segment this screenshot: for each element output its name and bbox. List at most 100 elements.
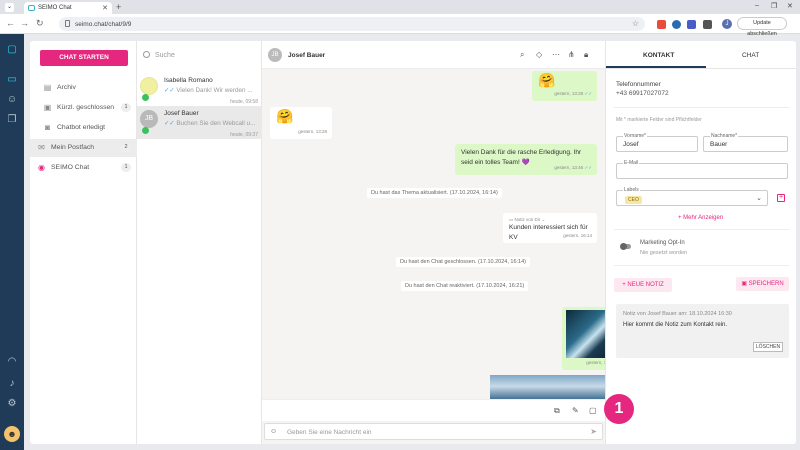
message-time: gestern, 13:28 <box>298 129 327 134</box>
firstname-field[interactable]: Vorname* Josef <box>616 133 698 152</box>
reload-icon[interactable]: ↻ <box>36 18 44 29</box>
note-meta: Notiz von Josef Bauer am: 18.10.2024 16:… <box>623 311 732 317</box>
extensions-puzzle-icon[interactable] <box>703 20 712 29</box>
composer-toolbar: ⧉ ✎ ▢ <box>262 399 605 421</box>
conversation-item-selected[interactable]: JB Josef Bauer ✓✓ Buchen Sie den Webcall… <box>137 106 262 139</box>
labels-select[interactable]: Labels CEO ⌄ <box>616 187 768 206</box>
step-callout-badge: 1 <box>604 394 634 424</box>
tab-contact[interactable]: KONTAKT <box>643 52 674 59</box>
count-badge: 1 <box>121 103 131 112</box>
conversation-name: Josef Bauer <box>164 110 199 117</box>
conversation-item[interactable]: Isabella Romano ✓✓ Vielen Dank! Wir werd… <box>137 73 262 106</box>
lock-icon[interactable]: 🔒︎ <box>584 50 588 60</box>
label-chip[interactable]: CEO <box>625 196 642 204</box>
nav-item-my-inbox[interactable]: ✉ Mein Postfach 2 <box>30 139 137 157</box>
email-field[interactable]: E-Mail <box>616 160 788 179</box>
nav-item-seimo-chat[interactable]: ◉ SEIMO Chat 1 <box>30 159 137 177</box>
avatar: JB <box>140 110 158 128</box>
more-icon[interactable]: ⋯ <box>552 50 560 59</box>
site-info-icon[interactable] <box>65 20 70 27</box>
app-sidebar: ▢ ▭ ☺ ❐ ◠ ♪ ⚙ <box>0 34 24 450</box>
message-text: 🤗 <box>276 108 294 124</box>
nav-item-label: Kürzl. geschlossen <box>57 104 115 111</box>
conversation-time: heute, 09:37 <box>230 132 258 138</box>
contacts-icon[interactable]: ☺ <box>6 94 18 106</box>
nav-item-chatbot-done[interactable]: ◙ Chatbot erledigt <box>30 119 137 137</box>
templates-icon[interactable]: ❐ <box>6 114 18 126</box>
nav-item-recently-closed[interactable]: ▣ Kürzl. geschlossen 1 <box>30 99 137 117</box>
landscape-image[interactable] <box>490 375 622 400</box>
tab-search-icon[interactable]: ⌄ <box>5 3 14 12</box>
delete-note-button[interactable]: LÖSCHEN <box>753 342 783 352</box>
tab-chat[interactable]: CHAT <box>742 52 759 59</box>
chat-panel: JB Josef Bauer ⌕ ◇ ⋯ ⋔ 🔒︎ 🤗 gestern, 13:… <box>262 41 622 444</box>
extension-red-icon[interactable] <box>657 20 666 29</box>
url-text: seimo.chat/chat/9/9 <box>75 20 132 28</box>
message-text: 🤗 <box>538 72 556 88</box>
add-label-icon[interactable]: + <box>777 194 785 202</box>
close-window-icon[interactable]: ✕ <box>787 2 793 10</box>
send-icon[interactable]: ➤ <box>590 427 597 436</box>
browser-tab[interactable]: SEIMO Chat ✕ <box>24 2 112 14</box>
nav-item-archive[interactable]: ▤ Archiv <box>30 79 137 97</box>
tag-icon[interactable]: ◇ <box>536 50 542 59</box>
field-label: E-Mail <box>623 160 640 166</box>
forward-icon[interactable]: → <box>20 18 29 28</box>
close-tab-icon[interactable]: ✕ <box>102 4 108 12</box>
update-button[interactable]: Update abschließen <box>737 17 787 37</box>
field-label: Labels <box>623 187 640 193</box>
bookmark-star-icon[interactable]: ☆ <box>632 19 639 28</box>
conversation-preview: ✓✓ Vielen Dank! Wir werden ... <box>164 87 253 94</box>
tab-title: SEIMO Chat <box>38 5 72 11</box>
message-outgoing: Vielen Dank für die rasche Erledigung. I… <box>455 144 597 175</box>
new-note-button[interactable]: + NEUE NOTIZ <box>614 278 672 292</box>
count-badge: 1 <box>121 163 131 172</box>
required-hint: Mit * markierte Felder sind Pflichtfelde… <box>616 117 702 123</box>
template-icon[interactable]: ⧉ <box>554 406 560 416</box>
message-time: gestern, 13:28 ✓✓ <box>554 91 592 96</box>
maximize-icon[interactable]: ❐ <box>771 2 777 10</box>
note-text: Hier kommt die Notiz zum Kontakt rein. <box>623 322 728 328</box>
note-label: ▭ Notiz von Dir ⌄ <box>509 217 546 222</box>
url-field[interactable]: seimo.chat/chat/9/9 ☆ <box>59 17 645 31</box>
headset-icon[interactable]: ◠ <box>6 356 18 368</box>
phone-value: +43 69917027072 <box>616 90 669 97</box>
bell-icon[interactable]: ♪ <box>6 378 18 390</box>
avatar <box>140 77 158 95</box>
phone-label: Telefonnummer <box>616 81 661 88</box>
profile-avatar[interactable]: J <box>722 19 732 29</box>
minimize-icon[interactable]: – <box>755 2 759 9</box>
new-tab-button[interactable]: + <box>116 2 121 12</box>
search-input[interactable]: Suche <box>143 51 175 59</box>
back-icon[interactable]: ← <box>6 18 15 28</box>
gear-icon[interactable]: ⚙ <box>6 398 18 410</box>
lastname-field[interactable]: Nachname* Bauer <box>703 133 788 152</box>
note-icon[interactable]: ▢ <box>589 406 597 415</box>
save-button[interactable]: ▣ SPEICHERN <box>736 277 789 291</box>
seimo-chat-icon: ◉ <box>38 163 45 172</box>
show-more-link[interactable]: + Mehr Anzeigen <box>678 215 723 221</box>
conversation-list: Suche Isabella Romano ✓✓ Vielen Dank! Wi… <box>137 41 262 444</box>
start-chat-button[interactable]: CHAT STARTEN <box>40 50 128 66</box>
marketing-toggle[interactable] <box>620 243 631 250</box>
app-frame: CHAT STARTEN ▤ Archiv ▣ Kürzl. geschloss… <box>30 41 796 444</box>
chat-logo-icon[interactable]: ▢ <box>6 44 18 56</box>
marketing-title: Marketing Opt-In <box>640 240 685 246</box>
system-message: Du hast den Chat reaktiviert. (17.10.202… <box>401 281 529 291</box>
avatar: JB <box>268 48 282 62</box>
emoji-icon[interactable]: ☺ <box>270 428 277 435</box>
attachment-icon[interactable]: ✎ <box>572 406 579 415</box>
share-icon[interactable]: ⋔ <box>568 50 575 59</box>
message-input[interactable]: ☺ Geben Sie eine Nachricht ein ➤ <box>264 423 603 440</box>
conversation-time: heute, 09:58 <box>230 99 258 105</box>
browser-tabbar: ⌄ SEIMO Chat ✕ + – ❐ ✕ <box>0 0 800 14</box>
extension-blue-icon[interactable] <box>672 20 681 29</box>
user-avatar[interactable]: ☻ <box>4 426 20 442</box>
message-time: gestern, 13:46 ✓✓ <box>554 165 592 170</box>
search-icon[interactable]: ⌕ <box>520 50 524 60</box>
whatsapp-icon <box>142 94 149 101</box>
note-card: Notiz von Josef Bauer am: 18.10.2024 16:… <box>616 304 789 358</box>
chat-icon[interactable]: ▭ <box>6 74 18 86</box>
search-placeholder: Suche <box>155 52 175 59</box>
extension-pin-icon[interactable] <box>687 20 696 29</box>
